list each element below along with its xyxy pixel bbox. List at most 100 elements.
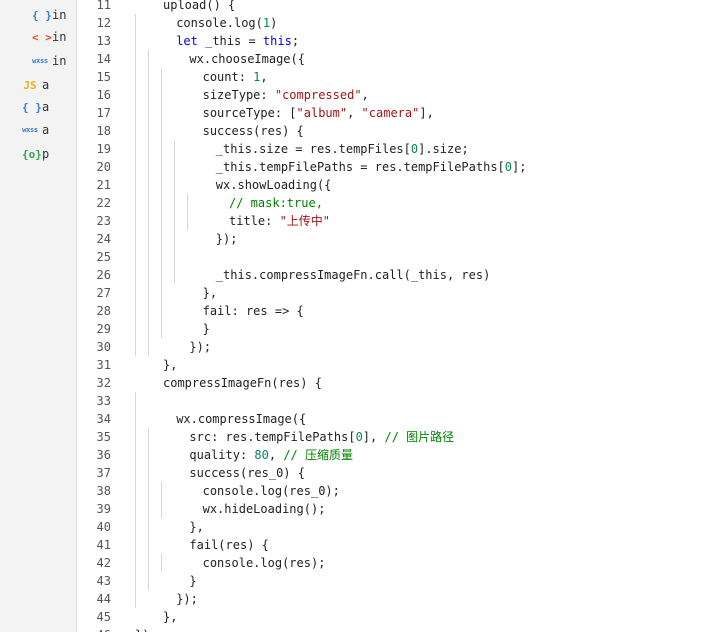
indent-guide bbox=[187, 194, 188, 212]
sidebar-file-item[interactable]: wxss in bbox=[32, 52, 66, 70]
code-token: ], bbox=[419, 106, 434, 120]
indent-guide bbox=[148, 212, 149, 230]
code-token: , bbox=[268, 448, 284, 462]
code-token: , bbox=[347, 106, 362, 120]
indent-guide bbox=[161, 140, 162, 158]
code-line: 20 _this.tempFilePaths = res.tempFilePath… bbox=[77, 158, 705, 176]
indent-guide bbox=[161, 554, 162, 572]
code-line: 17 sourceType: ["album", "camera"], bbox=[77, 104, 705, 122]
indent-guide bbox=[161, 176, 162, 194]
indent-guide bbox=[135, 212, 136, 230]
code-line: 37 success(res_0) { bbox=[77, 464, 705, 482]
code-token: }); bbox=[215, 232, 238, 246]
code-token: _this.compressImageFn.call(_this, res) bbox=[215, 268, 491, 282]
code-text: }); bbox=[189, 338, 211, 356]
code-line: 26 _this.compressImageFn.call(_this, res) bbox=[77, 266, 705, 284]
code-line: 12 console.log(1) bbox=[77, 14, 705, 32]
code-line: 15 count: 1, bbox=[77, 68, 705, 86]
indent-guide bbox=[161, 302, 162, 320]
indent-guide bbox=[135, 464, 136, 482]
indent-guide bbox=[148, 302, 149, 320]
line-number: 45 bbox=[96, 610, 111, 624]
code-line: 22 // mask:true, bbox=[77, 194, 705, 212]
line-number: 12 bbox=[96, 16, 111, 30]
code-token: quality: bbox=[189, 448, 255, 462]
code-token: , bbox=[260, 70, 268, 84]
indent-guide bbox=[135, 140, 136, 158]
code-line: 31}, bbox=[77, 356, 705, 374]
code-line: 23 title: "上传中" bbox=[77, 212, 705, 230]
code-token: wx.chooseImage({ bbox=[189, 52, 305, 66]
code-text: sizeType: "compressed", bbox=[203, 86, 369, 104]
sidebar-file-item[interactable]: wxss a bbox=[22, 121, 49, 139]
sidebar-file-item[interactable]: {o} p bbox=[22, 145, 49, 163]
code-token: wx.showLoading({ bbox=[215, 178, 332, 192]
indent-guide bbox=[161, 266, 162, 284]
indent-guide bbox=[135, 428, 136, 446]
code-text: wx.showLoading({ bbox=[216, 176, 332, 194]
code-line: 11 upload() { bbox=[77, 0, 705, 14]
indent-guide bbox=[161, 212, 162, 230]
line-number: 44 bbox=[96, 592, 111, 606]
code-token: sourceType: [ bbox=[202, 106, 297, 120]
indent-guide bbox=[161, 248, 162, 266]
code-editor[interactable]: 11 upload() {12 console.log(1) 13 let _this … bbox=[77, 0, 705, 632]
sidebar-file-item[interactable]: JS a bbox=[22, 76, 49, 94]
code-token: } bbox=[189, 574, 197, 588]
indent-guide bbox=[135, 320, 136, 338]
indent-guide bbox=[135, 266, 136, 284]
indent-guide bbox=[135, 338, 136, 356]
code-text: upload() { bbox=[163, 0, 235, 14]
indent-guide bbox=[161, 104, 162, 122]
code-text: count: 1, bbox=[203, 68, 268, 86]
code-token: ) bbox=[270, 16, 278, 30]
code-line: 46}); bbox=[77, 626, 705, 632]
code-text: console.log(res_0); bbox=[203, 482, 340, 500]
indent-guide bbox=[135, 536, 136, 554]
indent-guide bbox=[148, 536, 149, 554]
line-number: 30 bbox=[96, 340, 111, 354]
indent-guide bbox=[148, 518, 149, 536]
indent-guide bbox=[135, 302, 136, 320]
line-number: 40 bbox=[96, 520, 111, 534]
line-number: 32 bbox=[96, 376, 111, 390]
code-text: }); bbox=[176, 590, 198, 608]
code-text: _this.tempFilePaths = res.tempFilePaths[… bbox=[216, 158, 527, 176]
indent-guide bbox=[161, 284, 162, 302]
code-line: 40}, bbox=[77, 518, 705, 536]
code-token: fail: res => { bbox=[202, 304, 304, 318]
indent-guide bbox=[161, 320, 162, 338]
code-token: "compressed" bbox=[274, 88, 362, 102]
code-text: wx.chooseImage({ bbox=[189, 50, 305, 68]
sidebar-file-item[interactable]: < > in bbox=[32, 28, 66, 46]
code-token: }, bbox=[189, 520, 204, 534]
file-name-label: in bbox=[52, 30, 67, 44]
indent-guide bbox=[148, 194, 149, 212]
sidebar-file-item[interactable]: { } in bbox=[32, 6, 66, 24]
code-token: "album" bbox=[296, 106, 348, 120]
line-number: 35 bbox=[96, 430, 111, 444]
code-text: success(res) { bbox=[203, 122, 304, 140]
line-number: 33 bbox=[96, 394, 111, 408]
sidebar-file-item[interactable]: { } a bbox=[22, 98, 49, 116]
indent-guide bbox=[161, 500, 162, 518]
line-number: 26 bbox=[96, 268, 111, 282]
indent-guide bbox=[187, 212, 188, 230]
code-token: , bbox=[361, 88, 369, 102]
code-line: 39 wx.hideLoading(); bbox=[77, 500, 705, 518]
line-number: 20 bbox=[96, 160, 111, 174]
file-type-icon: < > bbox=[32, 30, 52, 44]
file-type-icon: JS bbox=[23, 78, 37, 92]
code-text: quality: 80, // 压缩质量 bbox=[189, 446, 353, 464]
code-token: 0 bbox=[504, 160, 513, 174]
code-line: 24}); bbox=[77, 230, 705, 248]
indent-guide bbox=[148, 248, 149, 266]
code-token: } bbox=[202, 322, 210, 336]
code-token: // 图片路径 bbox=[384, 430, 455, 444]
code-token: 0 bbox=[355, 430, 363, 444]
indent-guide bbox=[161, 158, 162, 176]
code-token: count: bbox=[202, 70, 254, 84]
code-token: success(res_0) { bbox=[189, 466, 305, 480]
code-token: sizeType: bbox=[202, 88, 275, 102]
code-token: wx.compressImage({ bbox=[176, 412, 307, 426]
